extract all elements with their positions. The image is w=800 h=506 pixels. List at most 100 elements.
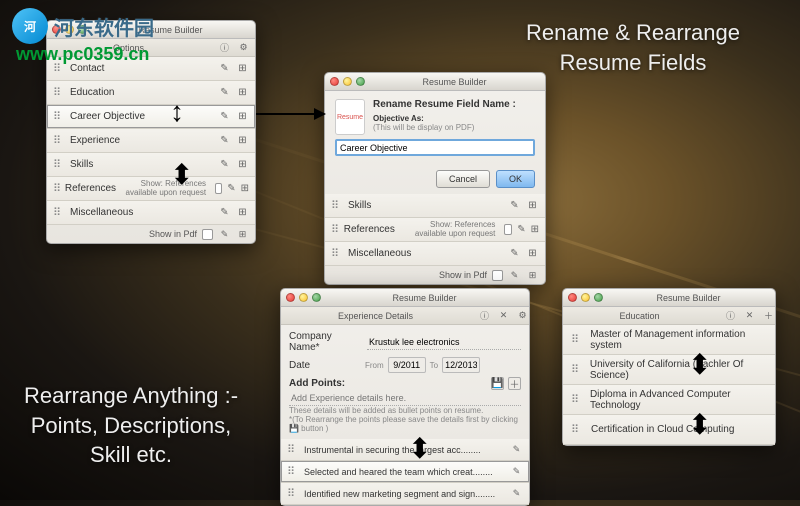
- bullet-row[interactable]: ⠿ Identified new marketing segment and s…: [281, 483, 529, 505]
- list-item[interactable]: ⠿ References Show: References available …: [47, 177, 255, 201]
- edit-icon[interactable]: ✎: [218, 228, 231, 241]
- edit-icon[interactable]: ✎: [517, 223, 525, 236]
- grip-icon[interactable]: ⠿: [571, 393, 582, 406]
- titlebar[interactable]: Resume Builder: [563, 289, 775, 307]
- bullet-text: Instrumental in securing the largest acc…: [304, 445, 505, 455]
- grid-icon[interactable]: ⊞: [236, 110, 249, 123]
- grip-icon[interactable]: ⠿: [571, 333, 582, 346]
- company-input[interactable]: [367, 334, 521, 350]
- grip-icon[interactable]: ⠿: [53, 134, 65, 147]
- edit-icon[interactable]: ✎: [227, 182, 235, 195]
- grip-icon[interactable]: ⠿: [53, 206, 65, 219]
- list-item[interactable]: ⠿ Skills ✎ ⊞: [325, 194, 545, 218]
- grip-icon[interactable]: ⠿: [571, 423, 583, 436]
- grip-icon[interactable]: ⠿: [53, 110, 65, 123]
- close-icon[interactable]: [286, 293, 295, 302]
- edit-icon[interactable]: ✎: [508, 247, 521, 260]
- grid-icon[interactable]: ⊞: [236, 228, 249, 241]
- list-item[interactable]: ⠿ Skills ✎ ⊞: [47, 153, 255, 177]
- close-icon[interactable]: ✕: [743, 309, 756, 322]
- show-pdf-checkbox[interactable]: [202, 229, 213, 240]
- grip-icon[interactable]: ⠿: [53, 86, 65, 99]
- list-item[interactable]: ⠿ Miscellaneous ✎ ⊞: [325, 242, 545, 266]
- bullet-row[interactable]: ⠿ Instrumental in securing the largest a…: [281, 439, 529, 461]
- minimize-icon[interactable]: [343, 77, 352, 86]
- grid-icon[interactable]: ⊞: [236, 134, 249, 147]
- edit-icon[interactable]: ✎: [218, 158, 231, 171]
- close-icon[interactable]: [568, 293, 577, 302]
- edit-icon[interactable]: ✎: [218, 86, 231, 99]
- grid-icon[interactable]: ⊞: [236, 206, 249, 219]
- edit-icon[interactable]: ✎: [218, 62, 231, 75]
- edit-icon[interactable]: ✎: [218, 206, 231, 219]
- edit-icon[interactable]: ✎: [510, 465, 523, 478]
- dialog-hint: (This will be display on PDF): [335, 123, 535, 132]
- minimize-icon[interactable]: [581, 293, 590, 302]
- education-row[interactable]: ⠿ University of California (Bachler Of S…: [563, 355, 775, 385]
- education-row[interactable]: ⠿ Certification in Cloud Computing: [563, 415, 775, 445]
- grid-icon[interactable]: ⊞: [241, 182, 249, 195]
- grid-icon[interactable]: ⊞: [526, 269, 539, 282]
- education-row[interactable]: ⠿ Master of Management information syste…: [563, 325, 775, 355]
- bullet-row[interactable]: ⠿ Selected and heared the team which cre…: [281, 461, 529, 483]
- zoom-icon[interactable]: [594, 293, 603, 302]
- list-item[interactable]: ⠿ Miscellaneous ✎ ⊞: [47, 201, 255, 225]
- edit-icon[interactable]: ✎: [508, 269, 521, 282]
- grip-icon[interactable]: ⠿: [53, 158, 65, 171]
- list-item[interactable]: ⠿ Experience ✎ ⊞: [47, 129, 255, 153]
- info-icon[interactable]: ⓘ: [724, 309, 737, 322]
- info-icon[interactable]: ⓘ: [478, 309, 491, 322]
- titlebar[interactable]: Resume Builder: [281, 289, 529, 307]
- list-item[interactable]: ⠿ References Show: References available …: [325, 218, 545, 242]
- close-icon[interactable]: ✕: [497, 309, 510, 322]
- grid-icon[interactable]: ⊞: [526, 199, 539, 212]
- show-pdf-checkbox[interactable]: [492, 270, 503, 281]
- date-from-input[interactable]: [388, 357, 426, 373]
- info-icon[interactable]: ⓘ: [218, 41, 231, 54]
- titlebar[interactable]: Resume Builder: [325, 73, 545, 91]
- to-label: To: [430, 361, 438, 370]
- row-checkbox[interactable]: [504, 224, 512, 235]
- save-icon[interactable]: 💾: [491, 377, 504, 390]
- grip-icon[interactable]: ⠿: [287, 487, 299, 500]
- row-checkbox[interactable]: [215, 183, 222, 194]
- grid-icon[interactable]: ⊞: [236, 86, 249, 99]
- panel-footer: Show in Pdf ✎ ⊞: [325, 266, 545, 284]
- grid-icon[interactable]: ⊞: [236, 158, 249, 171]
- ok-button[interactable]: OK: [496, 170, 535, 188]
- grid-icon[interactable]: ⊞: [531, 223, 539, 236]
- grip-icon[interactable]: ⠿: [331, 247, 343, 260]
- add-icon[interactable]: ＋: [762, 309, 775, 322]
- date-to-input[interactable]: [442, 357, 480, 373]
- grip-icon[interactable]: ⠿: [287, 465, 299, 478]
- gear-icon[interactable]: ⚙: [516, 309, 529, 322]
- arrow-up-icon: ↕: [170, 96, 184, 128]
- zoom-icon[interactable]: [356, 77, 365, 86]
- arrow-updown-icon: ⬍: [408, 432, 431, 465]
- edit-icon[interactable]: ✎: [508, 199, 521, 212]
- grip-icon[interactable]: ⠿: [287, 443, 299, 456]
- row-note: Show: References available upon request: [400, 221, 496, 239]
- bullet-text: Selected and heared the team which creat…: [304, 467, 505, 477]
- edit-icon[interactable]: ✎: [510, 487, 523, 500]
- edit-icon[interactable]: ✎: [218, 110, 231, 123]
- grip-icon[interactable]: ⠿: [571, 363, 582, 376]
- minimize-icon[interactable]: [299, 293, 308, 302]
- grip-icon[interactable]: ⠿: [331, 223, 339, 236]
- add-point-input[interactable]: [289, 390, 521, 406]
- education-row[interactable]: ⠿ Diploma in Advanced Computer Technolog…: [563, 385, 775, 415]
- edit-icon[interactable]: ✎: [510, 443, 523, 456]
- rename-input[interactable]: [335, 139, 535, 156]
- cancel-button[interactable]: Cancel: [436, 170, 490, 188]
- gear-icon[interactable]: ⚙: [237, 41, 250, 54]
- list-item[interactable]: ⠿ Education ✎ ⊞: [47, 81, 255, 105]
- zoom-icon[interactable]: [312, 293, 321, 302]
- grid-icon[interactable]: ⊞: [526, 247, 539, 260]
- add-icon[interactable]: ＋: [508, 377, 521, 390]
- grip-icon[interactable]: ⠿: [53, 182, 60, 195]
- grip-icon[interactable]: ⠿: [331, 199, 343, 212]
- edit-icon[interactable]: ✎: [218, 134, 231, 147]
- close-icon[interactable]: [330, 77, 339, 86]
- list-item[interactable]: ⠿ Career Objective ✎ ⊞: [47, 105, 255, 129]
- grid-icon[interactable]: ⊞: [236, 62, 249, 75]
